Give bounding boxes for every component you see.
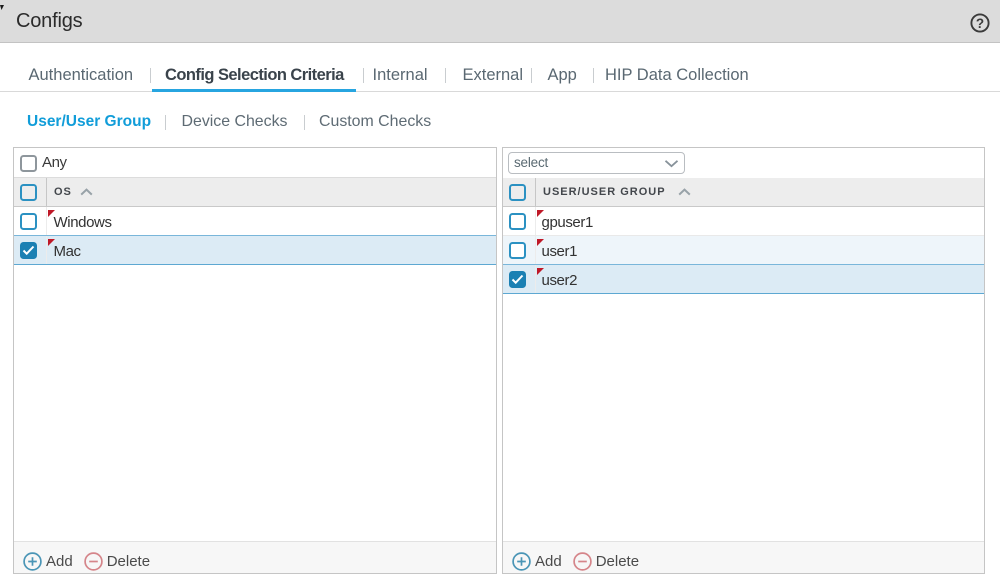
svg-text:?: ? [975,15,983,30]
